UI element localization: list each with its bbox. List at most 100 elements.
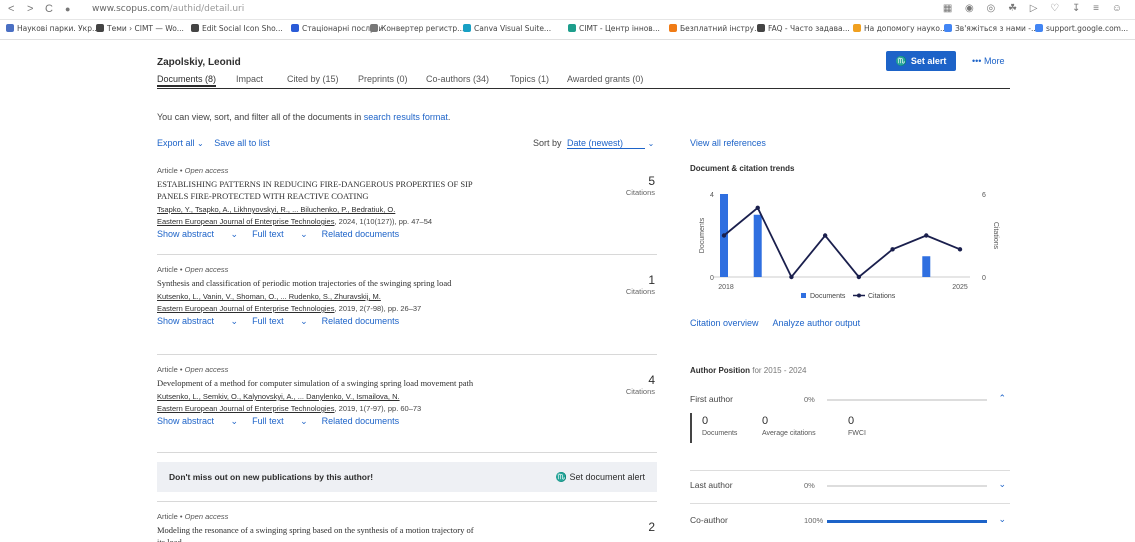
chevron-down-icon[interactable]: ⌄	[648, 139, 655, 148]
extensions-toolbar[interactable]: ▦ ◉ ◎ ☘ ▷ ♡ ↧ ≡ ☺	[943, 3, 1127, 14]
document-meta: Article • Open access	[157, 265, 229, 274]
bookmark-favicon-icon	[853, 24, 861, 32]
bookmark-item[interactable]: Наукові парки. Укр...	[6, 24, 99, 33]
bookmark-item[interactable]: Edit Social Icon Sho...	[191, 24, 283, 33]
author-name: Zapolskiy, Leonid	[157, 57, 241, 68]
document-item: Article • Open access ESTABLISHING PATTER…	[157, 166, 657, 240]
document-type: Article	[157, 166, 178, 175]
citation-count: 5 Citations	[626, 174, 655, 197]
x-tick-label: 2018	[718, 284, 734, 291]
sort-label: Sort by	[533, 138, 562, 148]
tab-documents[interactable]: Documents (8)	[157, 74, 217, 87]
bookmark-favicon-icon	[291, 24, 299, 32]
citations-label: Citations	[625, 188, 655, 197]
y-right-axis-title: Citations	[992, 222, 999, 250]
document-actions: Show abstract ⌄ Full text ⌄ Related docume…	[157, 229, 657, 240]
reload-icon[interactable]: C	[45, 3, 53, 16]
chevron-down-icon[interactable]: ⌄	[998, 479, 1006, 490]
author-position-row[interactable]: First author 0% ⌃	[690, 393, 1010, 408]
position-percent: 0%	[804, 481, 815, 490]
related-documents-link[interactable]: Related documents	[322, 416, 400, 426]
save-all-to-list-button[interactable]: Save all to list	[214, 138, 270, 148]
url-field[interactable]: www.scopus.com/authid/detail.uri	[92, 4, 244, 14]
bookmark-item[interactable]: Теми › CIMT — Wo...	[96, 24, 184, 33]
citation-overview-link[interactable]: Citation overview	[690, 318, 759, 328]
sort-select[interactable]: Date (newest)	[567, 138, 646, 149]
bookmark-favicon-icon	[757, 24, 765, 32]
author-tabs: Documents (8) Impact Cited by (15) Prepr…	[157, 74, 1010, 89]
document-title[interactable]: Synthesis and classification of periodic…	[157, 277, 477, 289]
document-title[interactable]: Development of a method for computer sim…	[157, 377, 477, 389]
position-percent: 100%	[804, 516, 824, 525]
document-source: Eastern European Journal of Enterprise T…	[157, 217, 433, 226]
bookmark-favicon-icon	[6, 24, 14, 32]
site-info-icon[interactable]: ●	[65, 3, 70, 16]
journal-link[interactable]: Eastern European Journal of Enterprise T…	[157, 217, 334, 226]
bookmark-item[interactable]: Зв'яжіться з нами -...	[944, 24, 1038, 33]
more-button[interactable]: ••• More	[972, 56, 1004, 66]
bookmark-item[interactable]: support.google.com...	[1035, 24, 1128, 33]
document-meta: Article • Open access	[157, 365, 229, 374]
bookmark-item[interactable]: Canva Visual Suite...	[463, 24, 551, 33]
bookmark-favicon-icon	[944, 24, 952, 32]
bookmark-item[interactable]: Безплатний інстру...	[669, 24, 761, 33]
legend-documents-swatch	[801, 293, 806, 298]
journal-link[interactable]: Eastern European Journal of Enterprise T…	[157, 304, 334, 313]
tab-topics[interactable]: Topics (1)	[510, 74, 549, 84]
show-abstract-button[interactable]: Show abstract ⌄	[157, 416, 238, 426]
bookmark-item[interactable]: FAQ - Часто задава...	[757, 24, 850, 33]
y-tick-label: 0	[710, 275, 714, 282]
related-documents-link[interactable]: Related documents	[322, 229, 400, 239]
position-percent: 0%	[804, 395, 815, 404]
tab-preprints[interactable]: Preprints (0)	[358, 74, 408, 84]
citations-point	[856, 274, 862, 280]
document-authors[interactable]: Kutsenko, L., Vanin, V., Shoman, O., ...…	[157, 292, 657, 301]
show-abstract-button[interactable]: Show abstract ⌄	[157, 316, 238, 326]
open-access-label: Open access	[184, 365, 229, 374]
tab-impact[interactable]: Impact	[236, 74, 263, 84]
bookmark-favicon-icon	[568, 24, 576, 32]
view-all-references-link[interactable]: View all references	[690, 138, 766, 148]
citations-label: Citations	[625, 387, 655, 396]
document-authors[interactable]: Tsapko, Y., Tsapko, A., Likhnyovskyi, R.…	[157, 205, 657, 214]
chevron-up-icon[interactable]: ⌃	[998, 393, 1006, 404]
bookmark-item[interactable]: CIMT - Центр іннов...	[568, 24, 660, 33]
stat-average-citations: 0 Average citations	[762, 415, 816, 437]
citations-point	[890, 247, 895, 252]
full-text-button[interactable]: Full text ⌄	[252, 229, 308, 239]
position-bar	[827, 399, 987, 401]
document-title[interactable]: Modeling the resonance of a swinging spr…	[157, 524, 477, 542]
document-title[interactable]: ESTABLISHING PATTERNS IN REDUCING FIRE-D…	[157, 178, 477, 202]
forward-icon[interactable]: >	[27, 3, 33, 16]
author-position-row[interactable]: Co-author 100% ⌄	[690, 514, 1010, 529]
export-all-button[interactable]: Export all ⌄	[157, 138, 204, 148]
tab-cited-by[interactable]: Cited by (15)	[287, 74, 339, 84]
bookmark-item[interactable]: На допомогу науко...	[853, 24, 947, 33]
full-text-button[interactable]: Full text ⌄	[252, 316, 308, 326]
position-bar-fill	[827, 520, 987, 523]
search-results-format-link[interactable]: search results format	[364, 112, 448, 122]
url-domain: www.scopus.com	[92, 4, 170, 14]
intro-text: You can view, sort, and filter all of th…	[157, 112, 451, 122]
full-text-button[interactable]: Full text ⌄	[252, 416, 308, 426]
author-position-row[interactable]: Last author 0% ⌄	[690, 479, 1010, 494]
document-type: Article	[157, 512, 178, 521]
analyze-author-output-link[interactable]: Analyze author output	[773, 318, 861, 328]
bookmark-item[interactable]: Конвертер регистр...	[370, 24, 464, 33]
tab-awarded-grants[interactable]: Awarded grants (0)	[567, 74, 643, 84]
citations-point	[924, 233, 929, 238]
related-documents-link[interactable]: Related documents	[322, 316, 400, 326]
y-axis-title: Documents	[699, 217, 706, 253]
document-authors[interactable]: Kutsenko, L., Semkiv, O., Kalynovskyi, A…	[157, 392, 657, 401]
chevron-down-icon[interactable]: ⌄	[998, 514, 1006, 525]
divider	[690, 470, 1010, 471]
document-source: Eastern European Journal of Enterprise T…	[157, 304, 422, 313]
back-icon[interactable]: <	[8, 3, 14, 16]
set-document-alert-button[interactable]: ♏ Set document alert	[556, 472, 645, 483]
journal-link[interactable]: Eastern European Journal of Enterprise T…	[157, 404, 334, 413]
author-position-title: Author Position for 2015 - 2024	[690, 366, 807, 375]
set-alert-button[interactable]: ♏ Set alert	[886, 51, 956, 71]
bookmark-favicon-icon	[463, 24, 471, 32]
tab-co-authors[interactable]: Co-authors (34)	[426, 74, 489, 84]
show-abstract-button[interactable]: Show abstract ⌄	[157, 229, 238, 239]
